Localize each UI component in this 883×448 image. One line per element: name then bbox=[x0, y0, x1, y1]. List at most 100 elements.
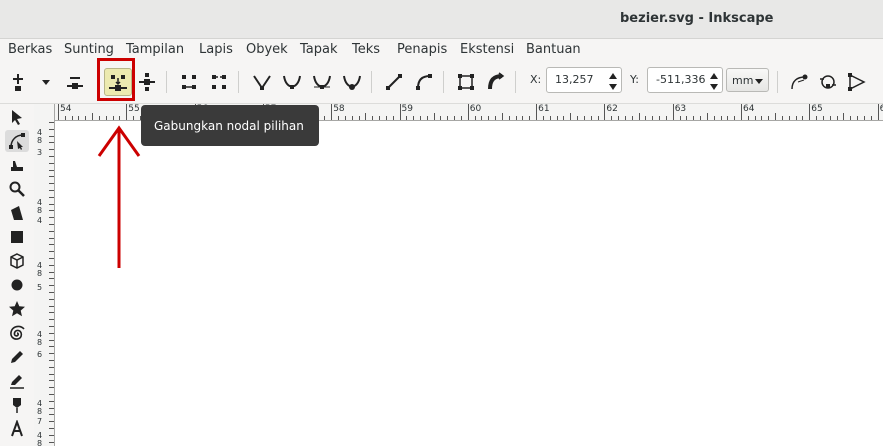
show-transform-handles-icon bbox=[848, 73, 866, 91]
ruler-minor-tick bbox=[693, 116, 695, 120]
pen-icon bbox=[10, 375, 24, 389]
auto-smooth-node-button[interactable] bbox=[338, 68, 366, 96]
ruler-minor-tick bbox=[590, 116, 592, 120]
ruler-minor-tick bbox=[631, 116, 633, 120]
menu-sunting[interactable]: Sunting bbox=[64, 42, 114, 57]
ruler-minor-tick bbox=[440, 116, 442, 120]
pencil-tool[interactable] bbox=[5, 346, 29, 368]
measure-tool[interactable] bbox=[5, 202, 29, 224]
menu-bantuan[interactable]: Bantuan bbox=[526, 42, 581, 57]
ellipse-tool[interactable] bbox=[5, 274, 29, 296]
ruler-label: 64 bbox=[743, 104, 755, 114]
ruler-minor-tick bbox=[49, 353, 54, 355]
rectangle-tool[interactable] bbox=[5, 226, 29, 248]
ruler-tick bbox=[877, 104, 879, 120]
ruler-tick bbox=[672, 104, 674, 120]
ruler-label: 7 bbox=[37, 417, 43, 426]
menu-teks[interactable]: Teks bbox=[352, 42, 380, 57]
show-handles-button[interactable] bbox=[785, 68, 813, 96]
join-segment-button[interactable] bbox=[175, 68, 203, 96]
menu-penapis[interactable]: Penapis bbox=[397, 42, 447, 57]
ruler-label: 6 bbox=[37, 350, 43, 359]
decrement-icon[interactable] bbox=[709, 82, 719, 92]
insert-node-button[interactable] bbox=[4, 68, 32, 96]
ruler-label: 8 bbox=[37, 136, 43, 145]
ruler-label: 8 bbox=[37, 338, 43, 347]
smooth-node-icon bbox=[283, 75, 301, 89]
increment-icon[interactable] bbox=[608, 71, 618, 81]
text-tool[interactable] bbox=[5, 418, 29, 440]
ruler-label: 3 bbox=[37, 148, 43, 157]
drawing-canvas[interactable] bbox=[55, 121, 883, 446]
ruler-minor-tick bbox=[49, 380, 54, 382]
menu-obyek[interactable]: Obyek bbox=[246, 42, 288, 57]
show-transform-handles-button[interactable] bbox=[843, 68, 871, 96]
cusp-node-button[interactable] bbox=[248, 68, 276, 96]
ruler-minor-tick bbox=[583, 116, 585, 120]
calligraphy-tool[interactable] bbox=[5, 394, 29, 416]
menu-lapis[interactable]: Lapis bbox=[199, 42, 233, 57]
window-title: bezier.svg - Inkscape bbox=[620, 11, 774, 26]
menu-ekstensi[interactable]: Ekstensi bbox=[460, 42, 514, 57]
x-coordinate-input[interactable]: 13,257 bbox=[546, 67, 622, 93]
ruler-minor-tick bbox=[495, 116, 497, 120]
ruler-minor-tick bbox=[447, 116, 449, 120]
ruler-minor-tick bbox=[49, 319, 54, 321]
ruler-minor-tick bbox=[720, 116, 722, 120]
menu-tampilan[interactable]: Tampilan bbox=[126, 42, 184, 57]
menu-berkas[interactable]: Berkas bbox=[8, 42, 52, 57]
show-outline-icon bbox=[820, 75, 836, 89]
star-tool[interactable] bbox=[5, 298, 29, 320]
symmetric-node-icon bbox=[313, 75, 331, 89]
menu-tapak[interactable]: Tapak bbox=[300, 42, 338, 57]
break-path-icon bbox=[139, 73, 155, 91]
ruler-minor-tick bbox=[49, 305, 54, 307]
symmetric-node-button[interactable] bbox=[308, 68, 336, 96]
object-to-path-button[interactable] bbox=[452, 68, 480, 96]
box3d-tool[interactable] bbox=[5, 250, 29, 272]
pen-tool[interactable] bbox=[5, 370, 29, 392]
ruler-minor-tick bbox=[433, 113, 435, 120]
ruler-minor-tick bbox=[419, 116, 421, 120]
y-coordinate-input[interactable]: -511,336 bbox=[647, 67, 723, 93]
ruler-minor-tick bbox=[49, 135, 54, 137]
selector-tool[interactable] bbox=[5, 106, 29, 128]
show-outline-button[interactable] bbox=[814, 68, 842, 96]
node-tool[interactable] bbox=[5, 130, 29, 152]
ruler-minor-tick bbox=[49, 373, 54, 375]
segment-curve-button[interactable] bbox=[410, 68, 438, 96]
smooth-node-button[interactable] bbox=[278, 68, 306, 96]
annotation-arrow-icon bbox=[97, 125, 141, 268]
delete-node-button[interactable] bbox=[61, 68, 89, 96]
decrement-icon[interactable] bbox=[608, 82, 618, 92]
delete-segment-button[interactable] bbox=[205, 68, 233, 96]
segment-line-button[interactable] bbox=[380, 68, 408, 96]
increment-icon[interactable] bbox=[709, 71, 719, 81]
ruler-minor-tick bbox=[49, 244, 54, 246]
ruler-minor-tick bbox=[426, 116, 428, 120]
ruler-minor-tick bbox=[488, 116, 490, 120]
break-path-button[interactable] bbox=[133, 68, 161, 96]
ruler-minor-tick bbox=[49, 387, 54, 389]
stroke-to-path-button[interactable] bbox=[482, 68, 510, 96]
ruler-minor-tick bbox=[515, 116, 517, 120]
unit-select[interactable]: mm bbox=[726, 68, 769, 92]
ruler-minor-tick bbox=[49, 326, 54, 327]
ruler-minor-tick bbox=[802, 116, 804, 120]
segment-line-icon bbox=[386, 74, 402, 90]
ruler-minor-tick bbox=[49, 428, 54, 429]
node-editor-icon bbox=[9, 133, 25, 150]
ruler-minor-tick bbox=[344, 116, 346, 120]
ruler-minor-tick bbox=[822, 116, 824, 120]
zoom-tool[interactable] bbox=[5, 178, 29, 200]
ruler-minor-tick bbox=[597, 116, 599, 120]
rectangle-icon bbox=[11, 231, 23, 243]
spiral-tool[interactable] bbox=[5, 322, 29, 344]
ruler-minor-tick bbox=[49, 237, 54, 239]
insert-node-dropdown[interactable] bbox=[32, 68, 60, 96]
text-icon bbox=[11, 420, 23, 437]
toolbar-separator bbox=[777, 71, 778, 93]
vertical-ruler: 48348448548648748 bbox=[34, 104, 55, 448]
tweak-tool[interactable] bbox=[5, 154, 29, 176]
ruler-minor-tick bbox=[645, 116, 647, 120]
